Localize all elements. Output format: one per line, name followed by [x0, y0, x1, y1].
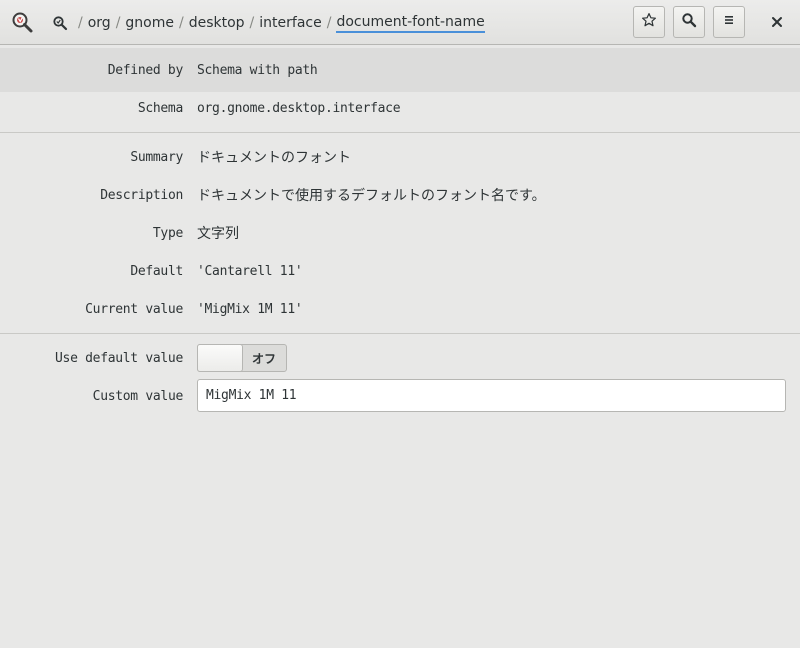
- defined-by-label: Defined by: [107, 62, 184, 78]
- row-use-default: Use default value オフ: [0, 339, 800, 377]
- custom-value-field[interactable]: [197, 379, 786, 412]
- close-button[interactable]: [764, 8, 790, 36]
- path-segment-interface[interactable]: interface: [259, 15, 321, 31]
- row-custom-value: Custom value: [0, 377, 800, 415]
- defined-by-value: Schema with path: [197, 62, 318, 78]
- path-segment-current[interactable]: document-font-name: [336, 14, 485, 33]
- header-bar: / org / gnome / desktop / interface / do…: [0, 0, 800, 45]
- row-type: Type 文字列: [0, 214, 800, 252]
- star-icon: [641, 12, 657, 32]
- section-divider: [0, 333, 800, 334]
- path-segment-org[interactable]: org: [88, 15, 111, 31]
- default-label: Default: [130, 263, 183, 279]
- row-default: Default 'Cantarell 11': [0, 252, 800, 290]
- path-separator: /: [249, 14, 255, 31]
- row-current-value: Current value 'MigMix 1M 11': [0, 290, 800, 328]
- use-default-label: Use default value: [55, 350, 183, 366]
- section-divider: [0, 132, 800, 133]
- menu-button[interactable]: [713, 6, 745, 38]
- close-icon: [771, 13, 783, 32]
- row-schema: Schema org.gnome.desktop.interface: [0, 89, 800, 127]
- summary-value: ドキュメントのフォント: [197, 150, 351, 166]
- path-segment-desktop[interactable]: desktop: [189, 15, 245, 31]
- switch-state-text: オフ: [252, 351, 277, 366]
- dconf-editor-icon[interactable]: [10, 10, 36, 36]
- path-separator: /: [78, 14, 83, 31]
- path-separator: /: [178, 14, 184, 31]
- current-value-value: 'MigMix 1M 11': [197, 301, 303, 317]
- dconf-editor-window: / org / gnome / desktop / interface / do…: [0, 0, 800, 648]
- row-summary: Summary ドキュメントのフォント: [0, 138, 800, 176]
- type-value: 文字列: [197, 226, 239, 242]
- search-icon: [681, 12, 697, 32]
- hamburger-menu-icon: [721, 12, 737, 32]
- search-button[interactable]: [673, 6, 705, 38]
- search-path-icon[interactable]: [50, 13, 70, 33]
- default-value: 'Cantarell 11': [197, 263, 303, 279]
- path-segment-gnome[interactable]: gnome: [125, 15, 174, 31]
- path-separator: /: [326, 14, 332, 31]
- description-value: ドキュメントで使用するデフォルトのフォント名です。: [197, 188, 546, 204]
- summary-label: Summary: [130, 149, 183, 165]
- bookmark-button[interactable]: [633, 6, 665, 38]
- path-separator: /: [115, 14, 121, 31]
- use-default-switch[interactable]: オフ: [197, 344, 287, 372]
- key-properties-panel: Defined by Schema with path Schema org.g…: [0, 45, 800, 648]
- row-defined-by: Defined by Schema with path: [0, 48, 800, 92]
- schema-label: Schema: [137, 100, 183, 116]
- path-bar: / org / gnome / desktop / interface / do…: [50, 0, 485, 45]
- schema-value: org.gnome.desktop.interface: [197, 100, 401, 116]
- description-label: Description: [100, 187, 183, 203]
- custom-value-label: Custom value: [92, 388, 184, 404]
- switch-knob[interactable]: [197, 344, 243, 372]
- current-value-label: Current value: [85, 301, 183, 317]
- row-description: Description ドキュメントで使用するデフォルトのフォント名です。: [0, 176, 800, 214]
- type-label: Type: [152, 225, 183, 241]
